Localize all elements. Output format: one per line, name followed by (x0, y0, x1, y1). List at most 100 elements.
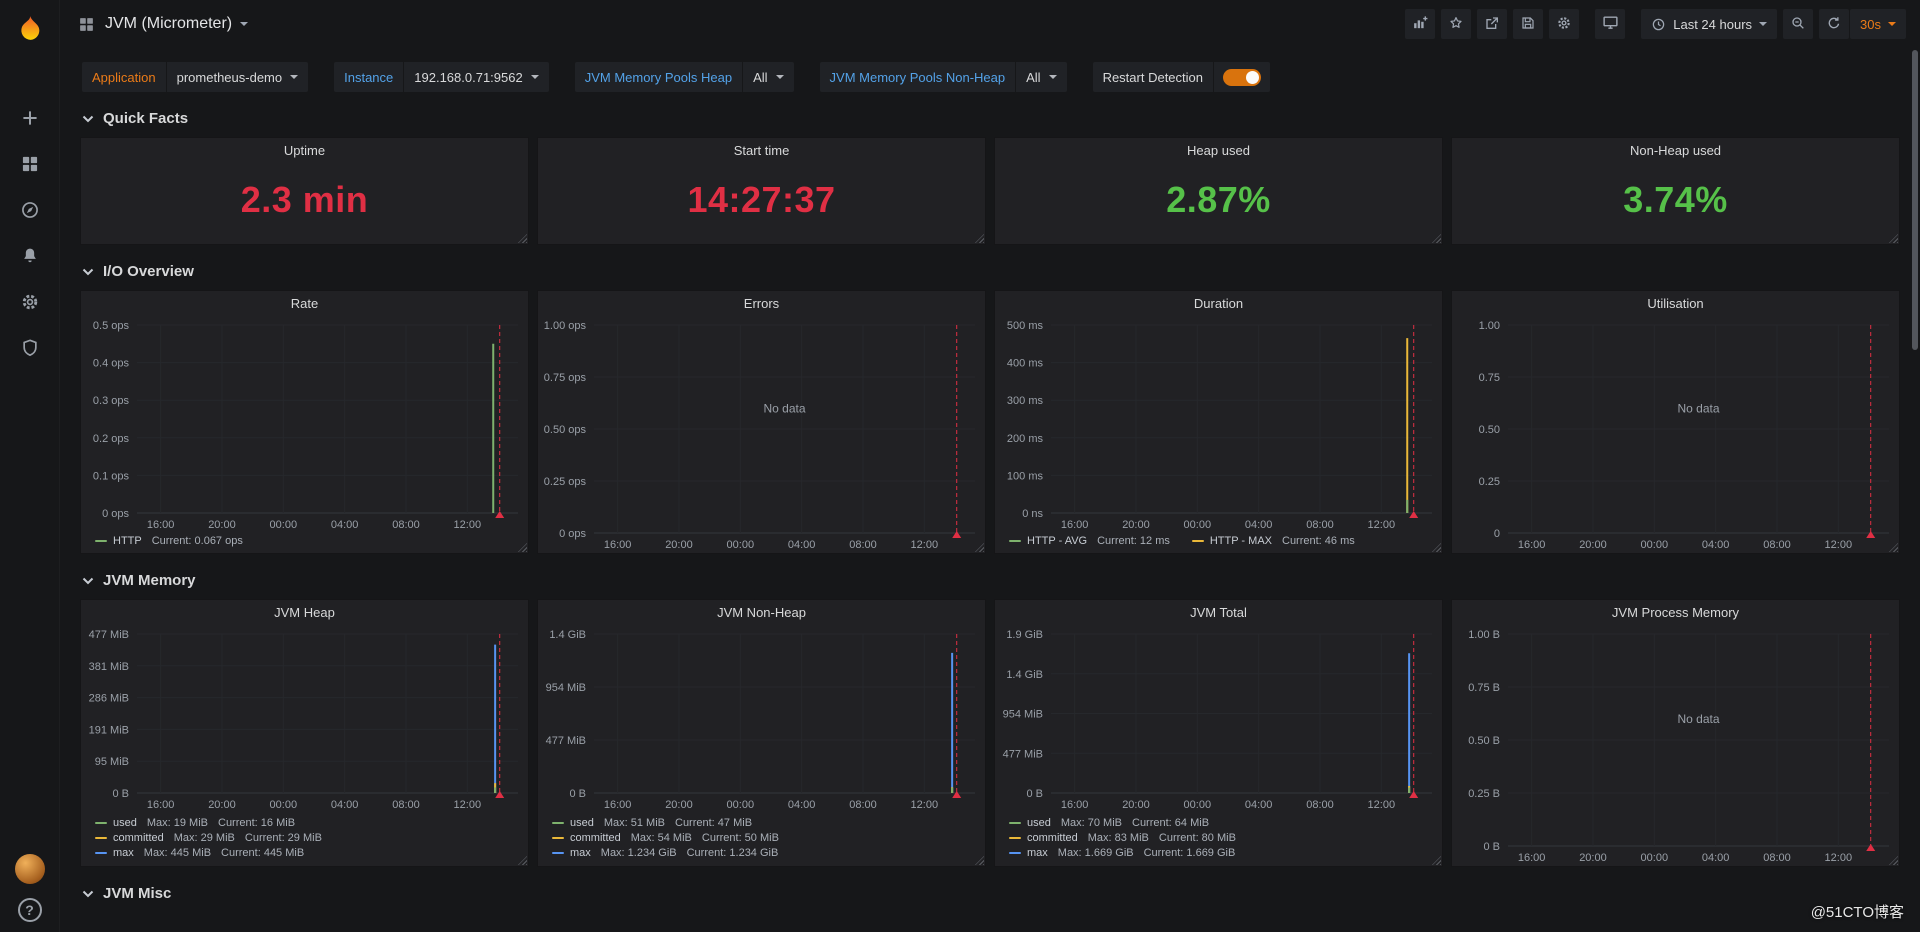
share-dashboard-button[interactable] (1477, 9, 1508, 39)
legend-item-used[interactable]: used Max: 70 MiB Current: 64 MiB (1009, 815, 1436, 830)
panel-title[interactable]: JVM Total (995, 600, 1442, 626)
legend-item-http[interactable]: HTTP Current: 0.067 ops (95, 535, 243, 547)
legend-item-used[interactable]: used Max: 19 MiB Current: 16 MiB (95, 815, 522, 830)
save-dashboard-button[interactable] (1513, 9, 1544, 39)
grafana-logo-icon[interactable] (8, 8, 52, 52)
svg-text:500 ms: 500 ms (1007, 320, 1044, 332)
section-header-jvm-misc[interactable]: JVM Misc (80, 885, 1900, 902)
plot-area[interactable]: 0 B 477 MiB 954 MiB 1.4 GiB 1.9 GiB 16:00 20:0… (995, 626, 1442, 813)
legend-item-http-max[interactable]: HTTP - MAX Current: 46 ms (1191, 535, 1355, 547)
legend-item-committed[interactable]: committed Max: 54 MiB Current: 50 MiB (552, 830, 979, 845)
panel-title[interactable]: Duration (995, 291, 1442, 317)
caret-down-icon (1888, 22, 1896, 26)
panel-title[interactable]: JVM Heap (81, 600, 528, 626)
heap-pools-label: JVM Memory Pools Heap (574, 62, 743, 92)
panel-title[interactable]: Start time (538, 138, 985, 164)
svg-text:20:00: 20:00 (208, 799, 236, 811)
application-select[interactable]: prometheus-demo (165, 62, 309, 92)
svg-text:400 ms: 400 ms (1007, 358, 1044, 370)
sidebar-item-explore[interactable] (6, 188, 54, 234)
legend-item-used[interactable]: used Max: 51 MiB Current: 47 MiB (552, 815, 979, 830)
stat-value: 2.3 min (240, 179, 369, 220)
series-color-swatch (95, 821, 107, 824)
legend-item-http-avg[interactable]: HTTP - AVG Current: 12 ms (1009, 535, 1170, 547)
svg-text:477 MiB: 477 MiB (89, 629, 129, 641)
filter-instance: Instance 192.168.0.71:9562 (334, 62, 549, 92)
sidebar-item-configuration[interactable] (6, 280, 54, 326)
panel-jvm-non-heap: JVM Non-Heap 0 B 477 MiB 954 MiB 1.4 GiB 16:0… (537, 599, 986, 867)
panel-jvm-heap: JVM Heap 0 B 95 MiB 191 MiB 286 MiB 381 MiB 47… (80, 599, 529, 867)
legend-item-max[interactable]: max Max: 1.234 GiB Current: 1.234 GiB (552, 845, 979, 860)
panel-title[interactable]: Uptime (81, 138, 528, 164)
caret-down-icon (1759, 22, 1768, 26)
svg-text:1.4 GiB: 1.4 GiB (1006, 669, 1043, 681)
sidebar-item-dashboards[interactable] (6, 142, 54, 188)
dashboard-title-button[interactable]: JVM (Micrometer) (105, 15, 249, 33)
filter-restart-detection: Restart Detection (1092, 62, 1270, 92)
legend-item-max[interactable]: max Max: 445 MiB Current: 445 MiB (95, 845, 522, 860)
star-dashboard-button[interactable] (1441, 9, 1472, 39)
save-icon (1520, 15, 1536, 34)
panel-title[interactable]: Rate (81, 291, 528, 317)
filter-heap-pools: JVM Memory Pools Heap All (574, 62, 794, 92)
panel-title[interactable]: Errors (538, 291, 985, 317)
plot-area[interactable]: 0 ops 0.1 ops 0.2 ops 0.3 ops 0.4 ops 0.5 ops… (81, 317, 528, 533)
svg-text:08:00: 08:00 (392, 799, 420, 811)
instance-select[interactable]: 192.168.0.71:9562 (403, 62, 549, 92)
user-avatar[interactable] (14, 854, 45, 884)
legend-item-committed[interactable]: committed Max: 29 MiB Current: 29 MiB (95, 830, 522, 845)
refresh-interval-picker[interactable]: 30s (1850, 9, 1906, 39)
plot-area[interactable]: 0 ns 100 ms 200 ms 300 ms 400 ms 500 ms 16:00 2… (995, 317, 1442, 533)
jvm-memory-row: JVM Heap 0 B 95 MiB 191 MiB 286 MiB 381 MiB 47… (80, 599, 1900, 867)
sidebar-item-alerting[interactable] (6, 234, 54, 280)
page-title: JVM (Micrometer) (105, 15, 233, 32)
dashboard-settings-button[interactable] (1549, 9, 1580, 39)
plot-area[interactable]: 0 B 95 MiB 191 MiB 286 MiB 381 MiB 477 MiB 16:… (81, 626, 528, 813)
svg-text:954 MiB: 954 MiB (546, 682, 586, 694)
refresh-button[interactable] (1819, 9, 1850, 39)
section-header-io-overview[interactable]: I/O Overview (80, 263, 1900, 280)
panel-title[interactable]: JVM Process Memory (1452, 600, 1899, 626)
restart-detection-toggle[interactable] (1223, 68, 1261, 86)
plot-area[interactable]: 0 B 0.25 B 0.50 B 0.75 B 1.00 B 16:00 20:00 00:… (1452, 626, 1899, 866)
svg-text:16:00: 16:00 (1518, 852, 1546, 864)
section-header-quick-facts[interactable]: Quick Facts (80, 110, 1900, 127)
series-color-swatch (1009, 836, 1021, 839)
caret-down-icon (240, 22, 249, 26)
instance-label: Instance (334, 62, 404, 92)
svg-text:00:00: 00:00 (1184, 799, 1212, 811)
plot-area[interactable]: 0 B 477 MiB 954 MiB 1.4 GiB 16:00 20:00 00:00 0… (538, 626, 985, 813)
svg-text:00:00: 00:00 (1641, 852, 1669, 864)
nonheap-pools-label: JVM Memory Pools Non-Heap (819, 62, 1016, 92)
panel-jvm-process-memory: JVM Process Memory 0 B 0.25 B 0.50 B 0.75 B 1… (1451, 599, 1900, 867)
svg-text:08:00: 08:00 (849, 799, 877, 811)
section-header-jvm-memory[interactable]: JVM Memory (80, 572, 1900, 589)
panel-title[interactable]: Non-Heap used (1452, 138, 1899, 164)
zoom-out-button[interactable] (1783, 9, 1814, 39)
svg-text:95 MiB: 95 MiB (95, 756, 129, 768)
gear-icon (20, 292, 40, 315)
nonheap-pools-select[interactable]: All (1015, 62, 1067, 92)
add-panel-button[interactable] (1405, 9, 1436, 39)
scrollbar-thumb[interactable] (1912, 50, 1918, 350)
legend: used Max: 51 MiB Current: 47 MiB committed M… (538, 813, 985, 866)
svg-text:04:00: 04:00 (331, 519, 359, 531)
sidebar-item-server-admin[interactable] (6, 326, 54, 372)
plot-area[interactable]: 0 ops 0.25 ops 0.50 ops 0.75 ops 1.00 ops 16:… (538, 317, 985, 553)
panel-title[interactable]: JVM Non-Heap (538, 600, 985, 626)
legend-item-committed[interactable]: committed Max: 83 MiB Current: 80 MiB (1009, 830, 1436, 845)
sidebar-item-create[interactable] (6, 96, 54, 142)
svg-text:0 B: 0 B (1026, 788, 1043, 800)
panel-title[interactable]: Utilisation (1452, 291, 1899, 317)
panel-title[interactable]: Heap used (995, 138, 1442, 164)
panel-utilisation: Utilisation 0 0.25 0.50 0.75 1.00 16:00 20:00 00… (1451, 290, 1900, 554)
legend-item-max[interactable]: max Max: 1.669 GiB Current: 1.669 GiB (1009, 845, 1436, 860)
plot-area[interactable]: 0 0.25 0.50 0.75 1.00 16:00 20:00 00:00 04:00 08:… (1452, 317, 1899, 553)
svg-text:08:00: 08:00 (849, 539, 877, 551)
help-icon[interactable]: ? (17, 898, 42, 922)
time-range-picker[interactable]: Last 24 hours (1641, 9, 1778, 39)
svg-text:954 MiB: 954 MiB (1003, 709, 1043, 721)
svg-text:0.50 ops: 0.50 ops (544, 424, 587, 436)
heap-pools-select[interactable]: All (742, 62, 794, 92)
cycle-view-button[interactable] (1595, 9, 1626, 39)
